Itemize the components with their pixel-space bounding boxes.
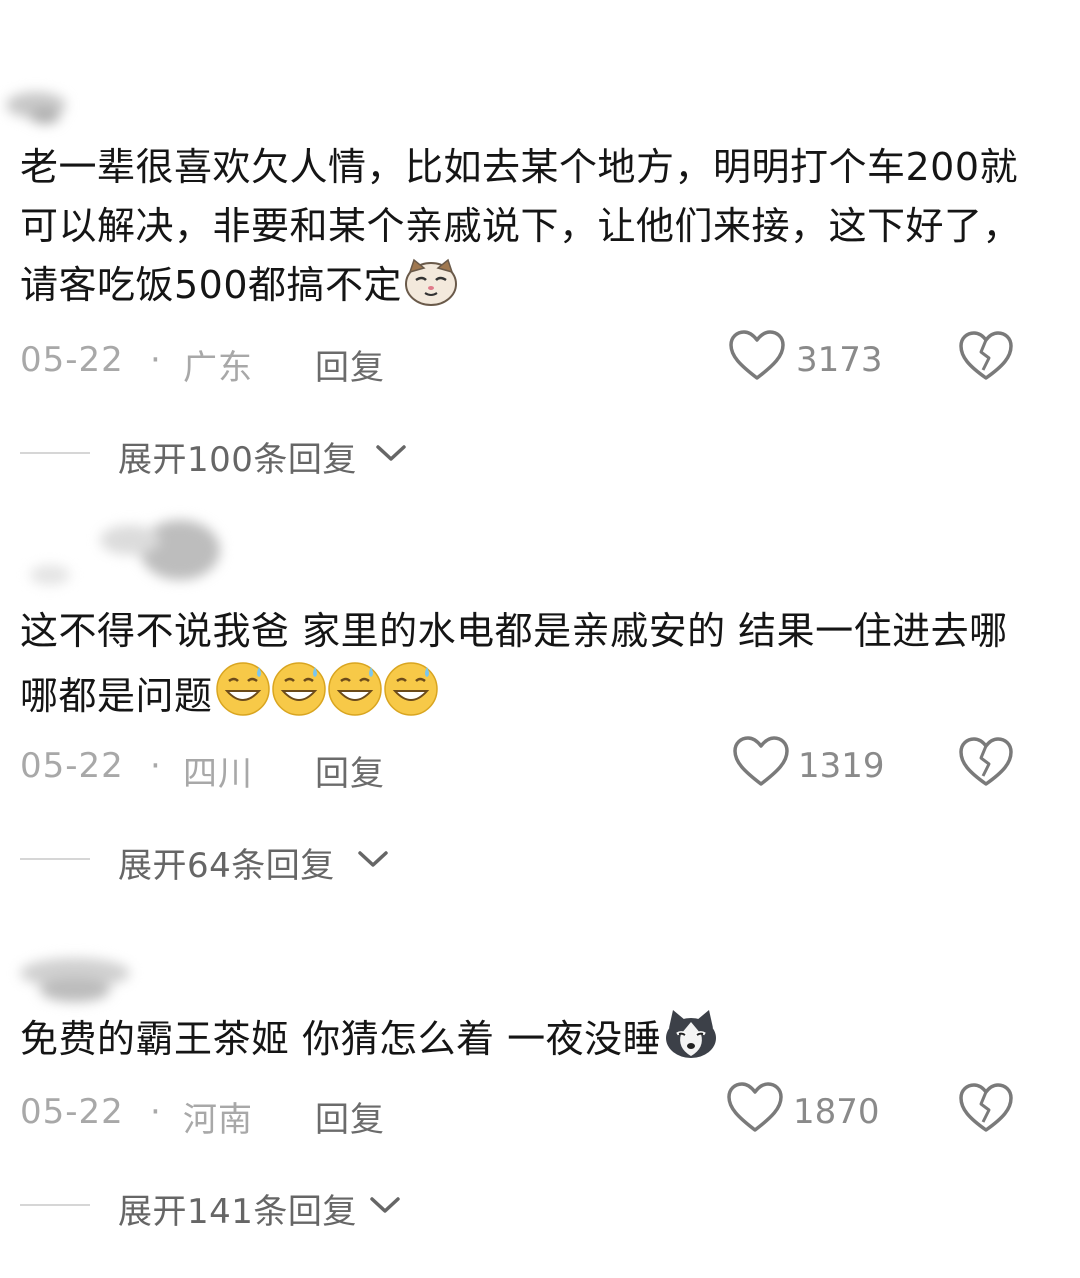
comment-text: 这不得不说我爸 家里的水电都是亲戚安的 结果一住进去哪哪都是问题: [20, 602, 1030, 734]
comment-meta: 05-22 · 四川 回复 1319: [0, 734, 1080, 794]
comment-region: 四川: [183, 754, 253, 794]
heart-icon[interactable]: [726, 1080, 784, 1134]
broken-heart-icon[interactable]: [958, 1082, 1014, 1134]
comment-region: 广东: [183, 348, 253, 388]
expand-replies-label: 展开100条回复: [118, 440, 357, 480]
expand-divider: [20, 452, 90, 454]
chevron-down-icon: [358, 851, 388, 867]
expand-replies-button[interactable]: 展开100条回复: [0, 428, 1080, 480]
like-count: 1870: [793, 1092, 880, 1132]
cat-face-emoji: [404, 258, 458, 323]
expand-replies-button[interactable]: 展开141条回复: [0, 1180, 1080, 1232]
username-blurred[interactable]: [0, 0, 160, 1002]
comment-text: 老一辈很喜欢欠人情，比如去某个地方，明明打个车200就可以解决，非要和某个亲戚说…: [20, 138, 1030, 323]
chevron-down-icon: [370, 1197, 400, 1213]
comment-date: 05-22: [20, 340, 124, 380]
broken-heart-icon[interactable]: [958, 330, 1014, 382]
comment-text: 免费的霸王茶姬 你猜怎么着 一夜没睡: [20, 1008, 1030, 1077]
meta-separator: ·: [150, 746, 161, 786]
chevron-down-icon: [376, 445, 406, 461]
reply-button[interactable]: 回复: [315, 340, 385, 389]
meta-separator: ·: [150, 1092, 161, 1132]
sweat-grin-emoji: [215, 661, 441, 734]
reply-button[interactable]: 回复: [315, 746, 385, 795]
heart-icon[interactable]: [732, 734, 790, 788]
like-count: 3173: [796, 340, 883, 380]
expand-replies-label: 展开141条回复: [118, 1192, 357, 1232]
comment-region: 河南: [183, 1100, 253, 1140]
comment-date: 05-22: [20, 1092, 124, 1132]
husky-face-emoji: [663, 1008, 719, 1077]
meta-separator: ·: [150, 340, 161, 380]
comment-meta: 05-22 · 广东 回复 3173: [0, 328, 1080, 388]
expand-replies-button[interactable]: 展开64条回复: [0, 834, 1080, 886]
like-count: 1319: [798, 746, 885, 786]
expand-divider: [20, 858, 90, 860]
heart-icon[interactable]: [728, 328, 786, 382]
expand-divider: [20, 1204, 90, 1206]
reply-button[interactable]: 回复: [315, 1092, 385, 1141]
comment-date: 05-22: [20, 746, 124, 786]
expand-replies-label: 展开64条回复: [118, 846, 335, 886]
comment-meta: 05-22 · 河南 回复 1870: [0, 1080, 1080, 1140]
broken-heart-icon[interactable]: [958, 736, 1014, 788]
